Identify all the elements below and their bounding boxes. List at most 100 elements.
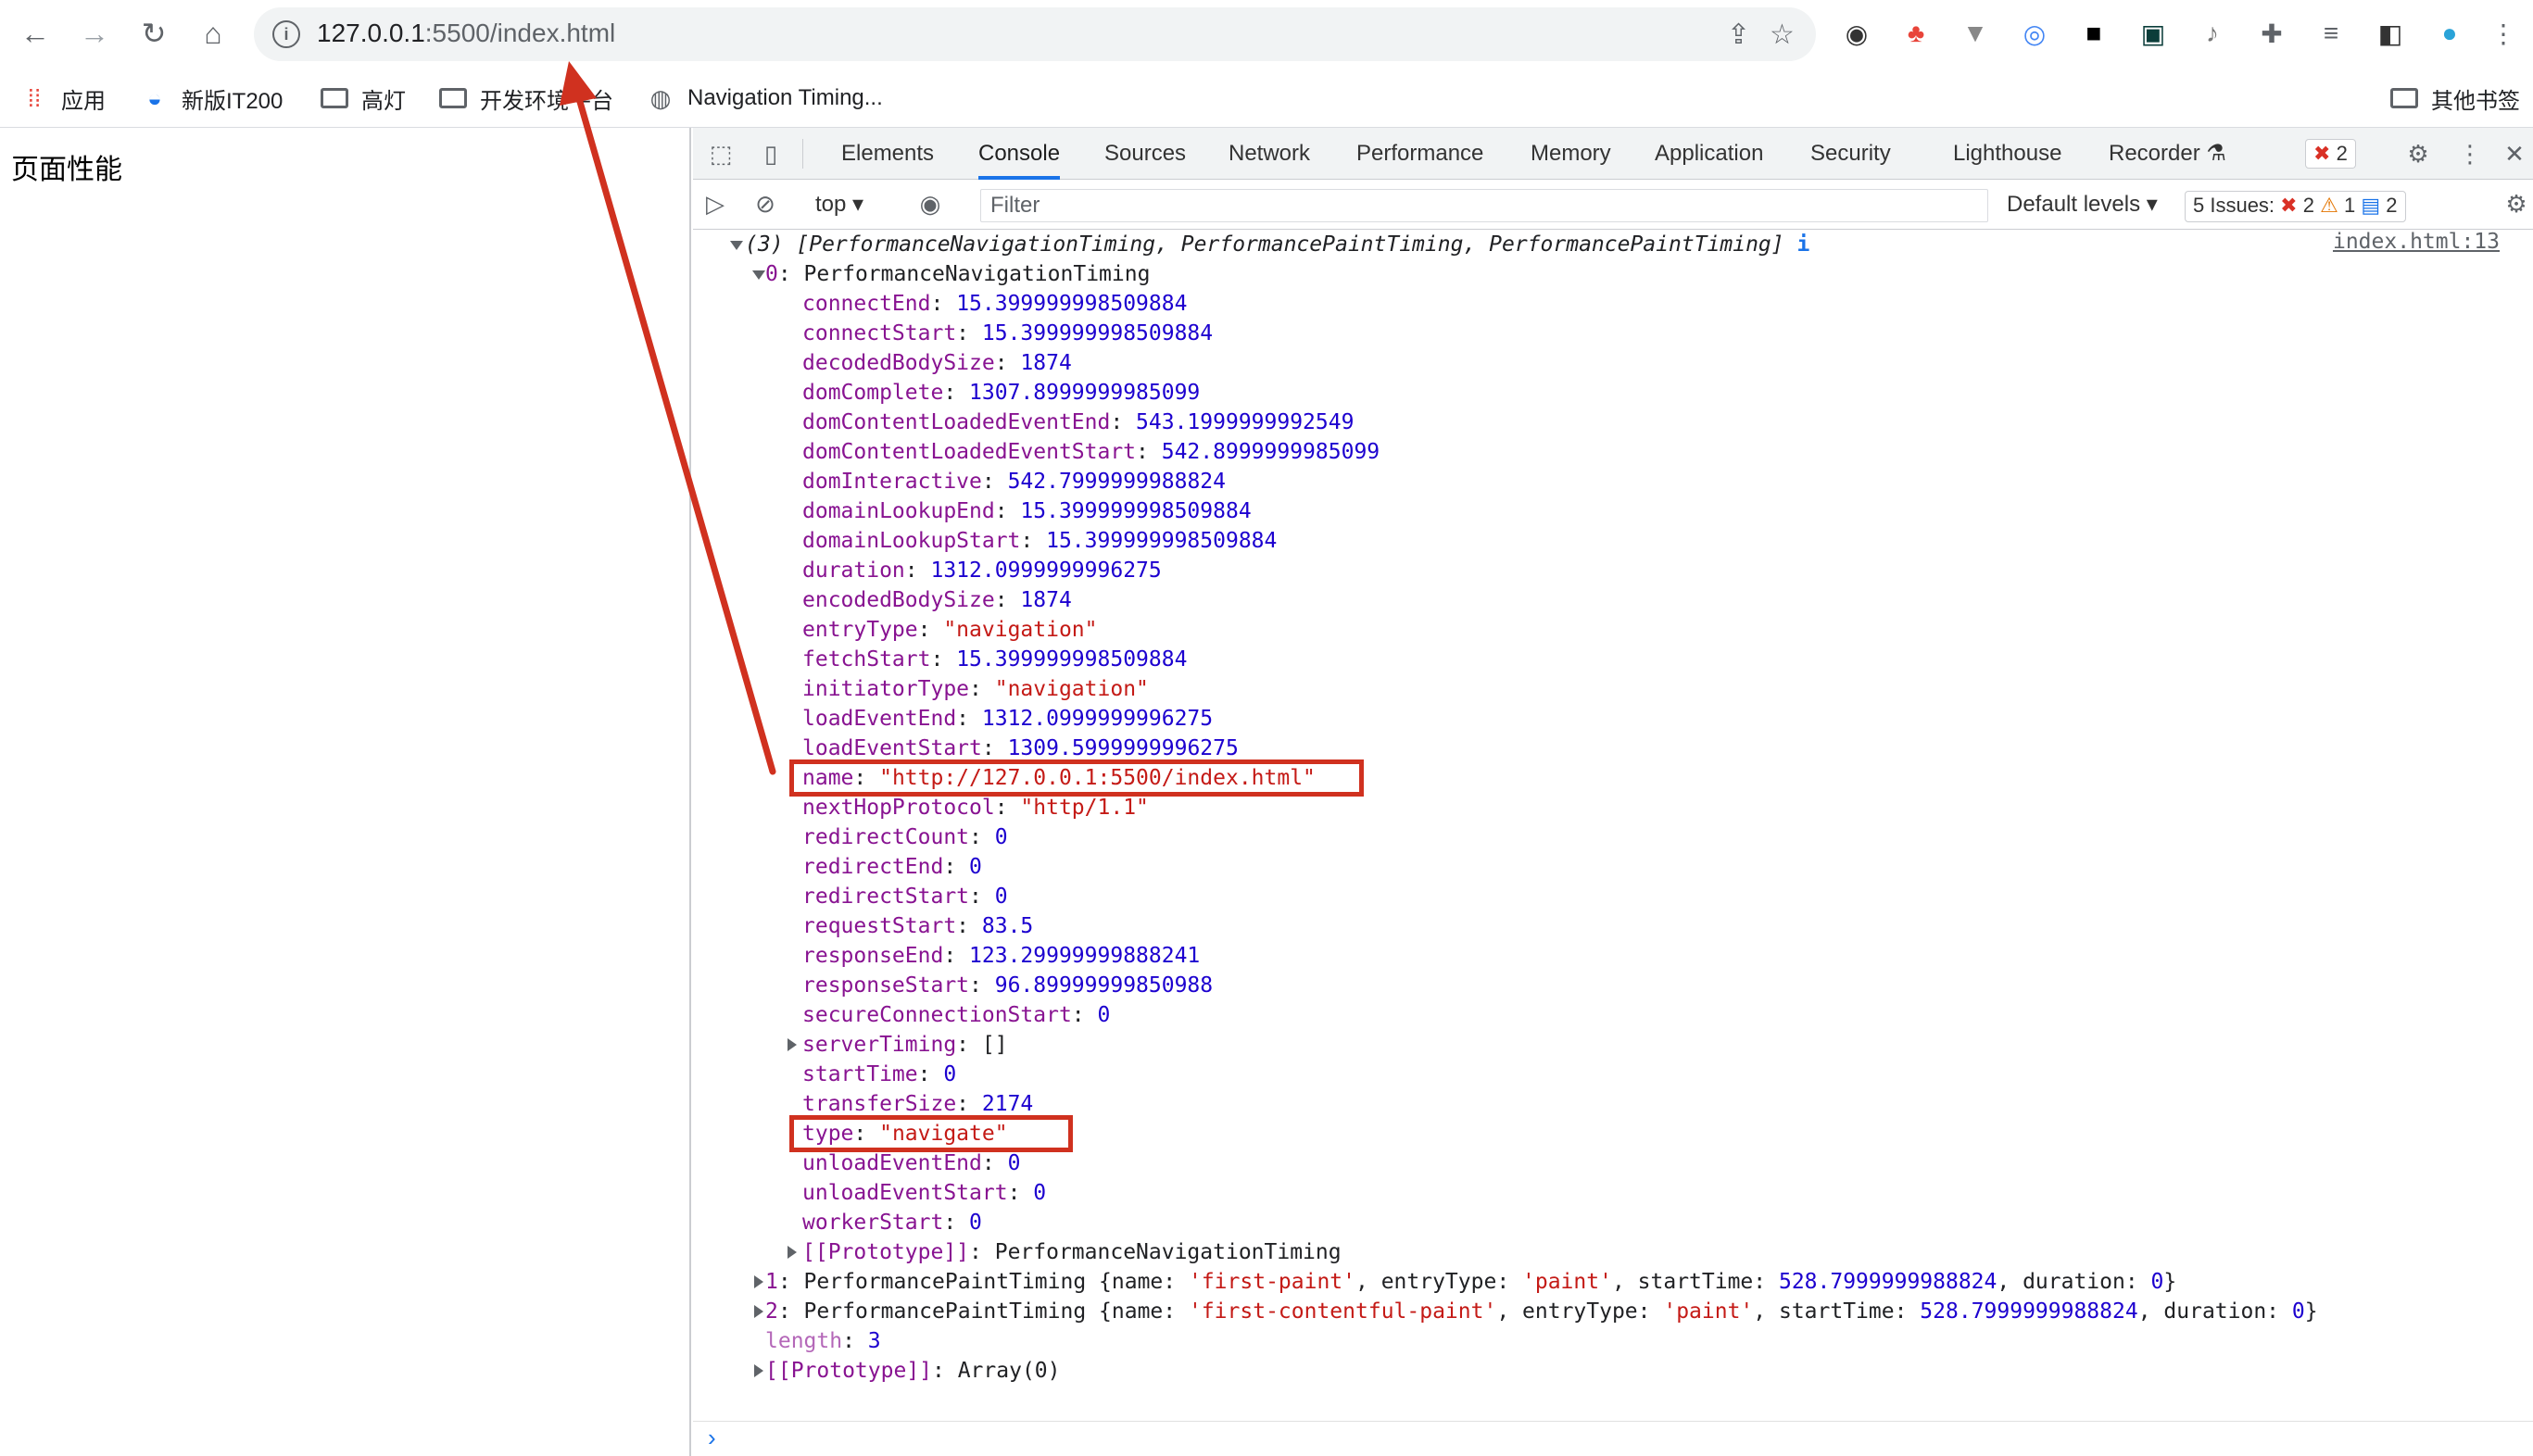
menu-kebab-icon[interactable]: ⋮	[2485, 15, 2522, 52]
bookmark-other[interactable]: 其他书签	[2390, 80, 2520, 117]
reading-list-icon[interactable]: ≡	[2312, 15, 2350, 52]
property-duration[interactable]: duration: 1312.0999999996275	[802, 556, 1162, 585]
property-initiatortype[interactable]: initiatorType: "navigation"	[802, 674, 1149, 704]
extension-chrome-icon[interactable]: ◎	[2016, 15, 2053, 52]
property-connectend[interactable]: connectEnd: 15.399999998509884	[802, 289, 1187, 319]
expand-triangle-icon[interactable]	[754, 1364, 763, 1377]
url-text[interactable]: 127.0.0.1:5500/index.html	[317, 19, 615, 48]
extension-color-icon[interactable]: ◉	[1838, 15, 1875, 52]
expand-triangle-icon[interactable]	[788, 1038, 797, 1051]
forward-icon[interactable]: →	[74, 13, 115, 54]
tab-sources[interactable]: Sources	[1104, 128, 1186, 180]
bookmark-it200[interactable]: ◒ 新版IT200	[141, 80, 283, 117]
extension-sitemap-icon[interactable]: ♣	[1897, 15, 1934, 52]
issues-counter[interactable]: 5 Issues: ✖ 2 ⚠ 1 ▤ 2	[2185, 191, 2406, 222]
reload-icon[interactable]: ↻	[133, 13, 174, 54]
array-prototype[interactable]: [[Prototype]]: Array(0)	[765, 1356, 1061, 1386]
close-devtools-icon[interactable]: ✕	[2500, 139, 2529, 169]
array-summary-line[interactable]: (3) [PerformanceNavigationTiming, Perfor…	[745, 230, 1809, 259]
device-toolbar-icon[interactable]: ▯	[756, 139, 786, 169]
expand-triangle-icon[interactable]	[754, 1305, 763, 1318]
extension-tampermonkey-icon[interactable]: ■	[2075, 15, 2112, 52]
property-value: 542.8999999985099	[1161, 440, 1380, 464]
property-domainlookupstart[interactable]: domainLookupStart: 15.399999998509884	[802, 526, 1277, 556]
context-selector[interactable]: top ▾	[815, 189, 863, 220]
annotation-highlight-box	[789, 1115, 1073, 1152]
collapse-triangle-icon[interactable]	[752, 270, 765, 280]
log-levels-dropdown[interactable]: Default levels ▾	[2007, 189, 2158, 220]
array-length[interactable]: length: 3	[765, 1326, 881, 1356]
property-responsestart[interactable]: responseStart: 96.89999999850988	[802, 971, 1213, 1000]
array-item-1[interactable]: 1: PerformancePaintTiming {name: 'first-…	[765, 1267, 2176, 1297]
bookmark-star-icon[interactable]: ☆	[1770, 19, 1795, 51]
tab-security[interactable]: Security	[1810, 128, 1891, 180]
source-link[interactable]: index.html:13	[2333, 230, 2500, 254]
tab-elements[interactable]: Elements	[841, 128, 934, 180]
tab-memory[interactable]: Memory	[1531, 128, 1611, 180]
property-loadeventend[interactable]: loadEventEnd: 1312.0999999996275	[802, 704, 1213, 734]
property-unloadeventstart[interactable]: unloadEventStart: 0	[802, 1178, 1046, 1208]
console-prompt[interactable]: ›	[693, 1421, 2533, 1456]
property-prototype[interactable]: [[Prototype]]: PerformanceNavigationTimi…	[802, 1237, 1342, 1267]
collapse-triangle-icon[interactable]	[730, 241, 743, 250]
address-bar[interactable]: i 127.0.0.1:5500/index.html ⇪ ☆	[254, 7, 1816, 61]
array-item-0[interactable]: 0: PerformanceNavigationTiming	[765, 259, 1150, 289]
expand-triangle-icon[interactable]	[788, 1246, 797, 1259]
property-colon: :	[956, 914, 982, 938]
property-starttime[interactable]: startTime: 0	[802, 1060, 956, 1089]
property-requeststart[interactable]: requestStart: 83.5	[802, 911, 1033, 941]
tab-network[interactable]: Network	[1229, 128, 1310, 180]
settings-gear-icon[interactable]: ⚙	[2403, 139, 2433, 169]
property-domcomplete[interactable]: domComplete: 1307.8999999985099	[802, 378, 1200, 408]
bookmark-folder-gaodeng[interactable]: 高灯	[321, 80, 406, 117]
property-encodedbodysize[interactable]: encodedBodySize: 1874	[802, 585, 1072, 615]
inspect-element-icon[interactable]: ⬚	[706, 139, 736, 169]
property-servertiming[interactable]: serverTiming: []	[802, 1030, 1008, 1060]
bookmark-folder-dev[interactable]: 开发环境平台	[439, 80, 613, 117]
more-options-icon[interactable]: ⋮	[2455, 139, 2485, 169]
sidebar-toggle-icon[interactable]: ▷	[700, 189, 730, 219]
filter-input[interactable]: Filter	[980, 189, 1988, 222]
extensions-puzzle-icon[interactable]: ✚	[2253, 15, 2290, 52]
expand-triangle-icon[interactable]	[754, 1275, 763, 1288]
array-item-2[interactable]: 2: PerformancePaintTiming {name: 'first-…	[765, 1297, 2318, 1326]
bookmark-navigation-timing[interactable]: ◍ Navigation Timing...	[647, 80, 883, 117]
property-unloadeventend[interactable]: unloadEventEnd: 0	[802, 1148, 1020, 1178]
property-colon: :	[917, 1062, 944, 1086]
property-redirectstart[interactable]: redirectStart: 0	[802, 882, 1008, 911]
tab-recorder[interactable]: Recorder ⚗	[2109, 128, 2226, 180]
home-icon[interactable]: ⌂	[193, 13, 233, 54]
clear-console-icon[interactable]: ⊘	[750, 189, 780, 219]
console-settings-icon[interactable]: ⚙	[2501, 189, 2531, 219]
preview-value: 'paint'	[1522, 1270, 1612, 1294]
tab-lighthouse[interactable]: Lighthouse	[1953, 128, 2061, 180]
extension-filter-icon[interactable]: ▼	[1957, 15, 1994, 52]
property-workerstart[interactable]: workerStart: 0	[802, 1208, 982, 1237]
property-dominteractive[interactable]: domInteractive: 542.7999999988824	[802, 467, 1226, 496]
property-redirectcount[interactable]: redirectCount: 0	[802, 822, 1008, 852]
property-fetchstart[interactable]: fetchStart: 15.399999998509884	[802, 645, 1187, 674]
extension-translate-icon[interactable]: ♪	[2194, 15, 2231, 52]
site-info-icon[interactable]: i	[272, 20, 300, 48]
tab-console[interactable]: Console	[978, 128, 1061, 180]
error-count-badge[interactable]: ✖ 2	[2305, 139, 2356, 169]
share-icon[interactable]: ⇪	[1727, 19, 1750, 51]
side-panel-icon[interactable]: ◧	[2372, 15, 2409, 52]
property-connectstart[interactable]: connectStart: 15.399999998509884	[802, 319, 1213, 348]
extension-terminal-icon[interactable]: ▣	[2135, 15, 2172, 52]
property-decodedbodysize[interactable]: decodedBodySize: 1874	[802, 348, 1072, 378]
property-nexthopprotocol[interactable]: nextHopProtocol: "http/1.1"	[802, 793, 1149, 822]
back-icon[interactable]: ←	[15, 13, 56, 54]
property-entrytype[interactable]: entryType: "navigation"	[802, 615, 1098, 645]
property-secureconnectionstart[interactable]: secureConnectionStart: 0	[802, 1000, 1110, 1030]
live-expression-eye-icon[interactable]: ◉	[915, 189, 945, 219]
property-domcontentloadedeventstart[interactable]: domContentLoadedEventStart: 542.89999999…	[802, 437, 1380, 467]
bookmark-apps[interactable]: ⁞⁞ 应用	[20, 80, 106, 117]
tab-application[interactable]: Application	[1655, 128, 1763, 180]
property-domainlookupend[interactable]: domainLookupEnd: 15.399999998509884	[802, 496, 1252, 526]
property-responseend[interactable]: responseEnd: 123.29999999888241	[802, 941, 1200, 971]
profile-avatar-icon[interactable]: ●	[2431, 15, 2468, 52]
tab-performance[interactable]: Performance	[1356, 128, 1483, 180]
property-redirectend[interactable]: redirectEnd: 0	[802, 852, 982, 882]
property-domcontentloadedeventend[interactable]: domContentLoadedEventEnd: 543.1999999992…	[802, 408, 1354, 437]
